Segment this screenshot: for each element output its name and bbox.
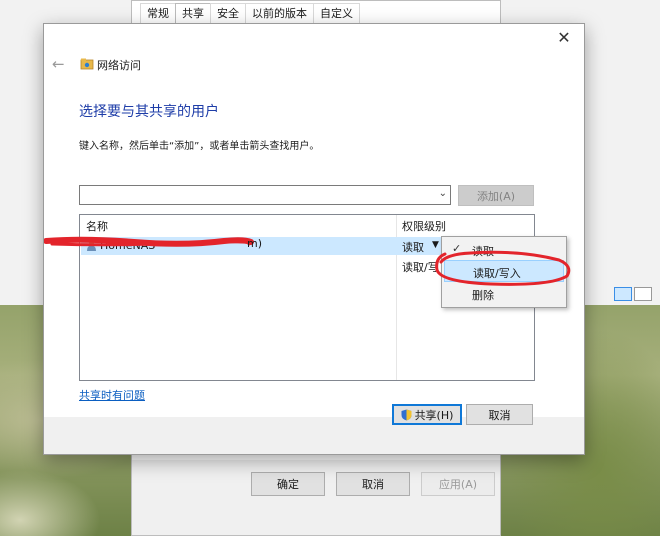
permission-level[interactable]: 读取: [402, 239, 424, 255]
view-toggle: [614, 287, 652, 301]
column-header-name[interactable]: 名称: [86, 218, 108, 234]
page-heading: 选择要与其共享的用户: [79, 104, 219, 120]
network-folder-icon: [80, 58, 94, 70]
tab-customize[interactable]: 自定义: [313, 3, 360, 25]
share-button[interactable]: 共享(H): [392, 404, 462, 425]
trouble-sharing-link[interactable]: 共享时有问题: [79, 387, 145, 403]
tab-sharing[interactable]: 共享: [175, 3, 211, 25]
annotation-circle: [435, 250, 571, 286]
tab-security[interactable]: 安全: [210, 3, 246, 25]
redaction-scribble: [44, 236, 254, 247]
add-button[interactable]: 添加(A): [458, 185, 534, 206]
breadcrumb-title: 网络访问: [97, 59, 141, 72]
uac-shield-icon: [401, 409, 412, 420]
back-arrow-icon[interactable]: ←: [52, 55, 65, 73]
close-icon[interactable]: ✕: [554, 28, 574, 47]
ok-button[interactable]: 确定: [251, 472, 325, 496]
props-cancel-button[interactable]: 取消: [336, 472, 410, 496]
column-header-permission[interactable]: 权限级别: [402, 218, 446, 234]
dialog-cancel-button[interactable]: 取消: [466, 404, 533, 425]
chevron-down-icon[interactable]: ⌄: [439, 188, 447, 199]
preview-view-icon[interactable]: [634, 287, 652, 301]
tab-general[interactable]: 常规: [140, 3, 176, 25]
tab-previous-versions[interactable]: 以前的版本: [245, 3, 314, 25]
user-name-tail: m): [247, 237, 263, 250]
user-name-combobox[interactable]: ⌄: [79, 185, 451, 205]
details-view-icon[interactable]: [614, 287, 632, 301]
instruction-text: 键入名称，然后单击“添加”，或者单击箭头查找用户。: [79, 141, 320, 152]
list-header: 名称 权限级别: [80, 215, 534, 234]
share-button-label: 共享(H): [414, 408, 454, 422]
apply-button[interactable]: 应用(A): [421, 472, 495, 496]
properties-tabs: 常规 共享 安全 以前的版本 自定义: [140, 3, 360, 25]
